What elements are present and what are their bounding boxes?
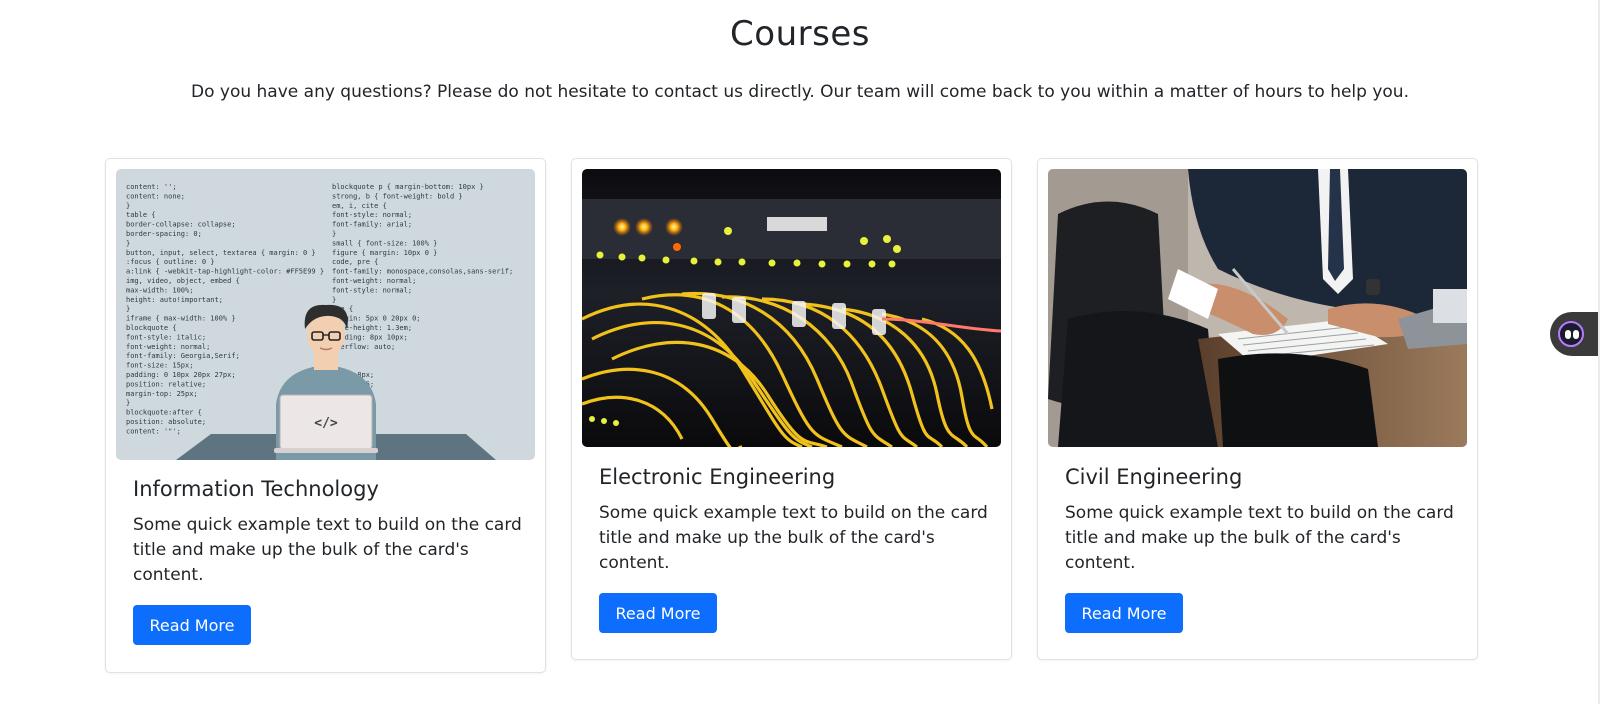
code-line: padding: 0 10px 20px 27px; (126, 371, 236, 379)
code-line: } (126, 202, 130, 210)
code-line: font-weight: normal; (332, 277, 416, 285)
page-subtitle: Do you have any questions? Please do not… (191, 82, 1409, 102)
assistant-bot-icon[interactable] (1558, 321, 1584, 347)
code-line: border-spacing: 0; (126, 230, 202, 238)
businessman-signing-photo-icon (1048, 169, 1467, 447)
code-line: font-style: italic; (126, 333, 206, 341)
assistant-eye-left (1565, 330, 1571, 339)
assistant-widget[interactable] (1550, 312, 1600, 356)
code-line: content: '"'; (126, 427, 181, 435)
code-line: table { (126, 211, 156, 219)
code-line: font-family: monospace,consolas,sans-ser… (332, 268, 513, 276)
laptop-code-label: </> (314, 416, 338, 431)
code-line: max-width: 100%; (126, 286, 193, 294)
code-line: position: relative; (126, 380, 206, 388)
code-line: } (332, 230, 336, 238)
code-line: a:link { -webkit-tap-highlight-color: #F… (126, 268, 324, 276)
code-line: iframe { max-width: 100% } (126, 315, 236, 323)
code-line: button, input, select, textarea { margin… (126, 249, 316, 257)
card-image: content: ''; content: none;} table { bord… (116, 169, 535, 460)
page-title: Courses (730, 14, 870, 54)
code-line: font-family: arial; (332, 221, 412, 229)
code-line: font-size: 15px; (126, 362, 193, 370)
code-line: height: auto!important; (126, 296, 223, 304)
code-line: content: none; (126, 192, 185, 200)
code-line: position: absolute; (126, 418, 206, 426)
card-title: Electronic Engineering (599, 465, 836, 489)
code-line: margin-top: 25px; (126, 390, 198, 398)
card-text: Some quick example text to build on the … (1065, 503, 1454, 573)
read-more-button[interactable]: Read More (133, 605, 251, 645)
developer-illustration-icon: content: ''; content: none;}table { bord… (116, 169, 535, 460)
code-line: :focus { outline: 0 } (126, 258, 215, 266)
code-line: strong, b { font-weight: bold } (332, 192, 463, 200)
code-line: } (126, 399, 130, 407)
code-line: em, i, cite { (332, 202, 387, 210)
network-cables-photo-icon (582, 169, 1001, 447)
card-text: Some quick example text to build on the … (599, 503, 988, 573)
code-line: blockquote { (126, 324, 177, 332)
card-title: Information Technology (133, 477, 379, 501)
code-line: font-style: normal; (332, 286, 412, 294)
code-line: border-collapse: collapse; (126, 221, 236, 229)
code-line: small { font-size: 100% } (332, 239, 437, 247)
code-line: font-family: Georgia,Serif; (126, 352, 240, 360)
code-line: code, pre { (332, 258, 378, 266)
card-image (1048, 169, 1467, 447)
code-line: } (126, 305, 130, 313)
code-line: img, video, object, embed { (126, 277, 240, 285)
code-line: blockquote p { margin-bottom: 10px } (332, 183, 484, 191)
card-title: Civil Engineering (1065, 465, 1243, 489)
read-more-button[interactable]: Read More (1065, 593, 1183, 633)
assistant-eye-right (1573, 330, 1579, 339)
card-text: Some quick example text to build on the … (133, 515, 522, 585)
code-line: } (332, 296, 336, 304)
course-card-information-technology: content: ''; content: none;} table { bord… (105, 158, 546, 673)
code-line: } (126, 239, 130, 247)
code-line: blockquote:after { (126, 409, 202, 417)
code-line: font-weight: normal; (126, 343, 210, 351)
card-image (582, 169, 1001, 447)
read-more-button[interactable]: Read More (599, 593, 717, 633)
code-line: content: ''; (126, 183, 177, 191)
code-line: font-style: normal; (332, 211, 412, 219)
course-card-electronic-engineering: Electronic Engineering Some quick exampl… (571, 158, 1012, 660)
code-line: figure { margin: 10px 0 } (332, 249, 437, 257)
course-card-civil-engineering: Civil Engineering Some quick example tex… (1037, 158, 1478, 660)
